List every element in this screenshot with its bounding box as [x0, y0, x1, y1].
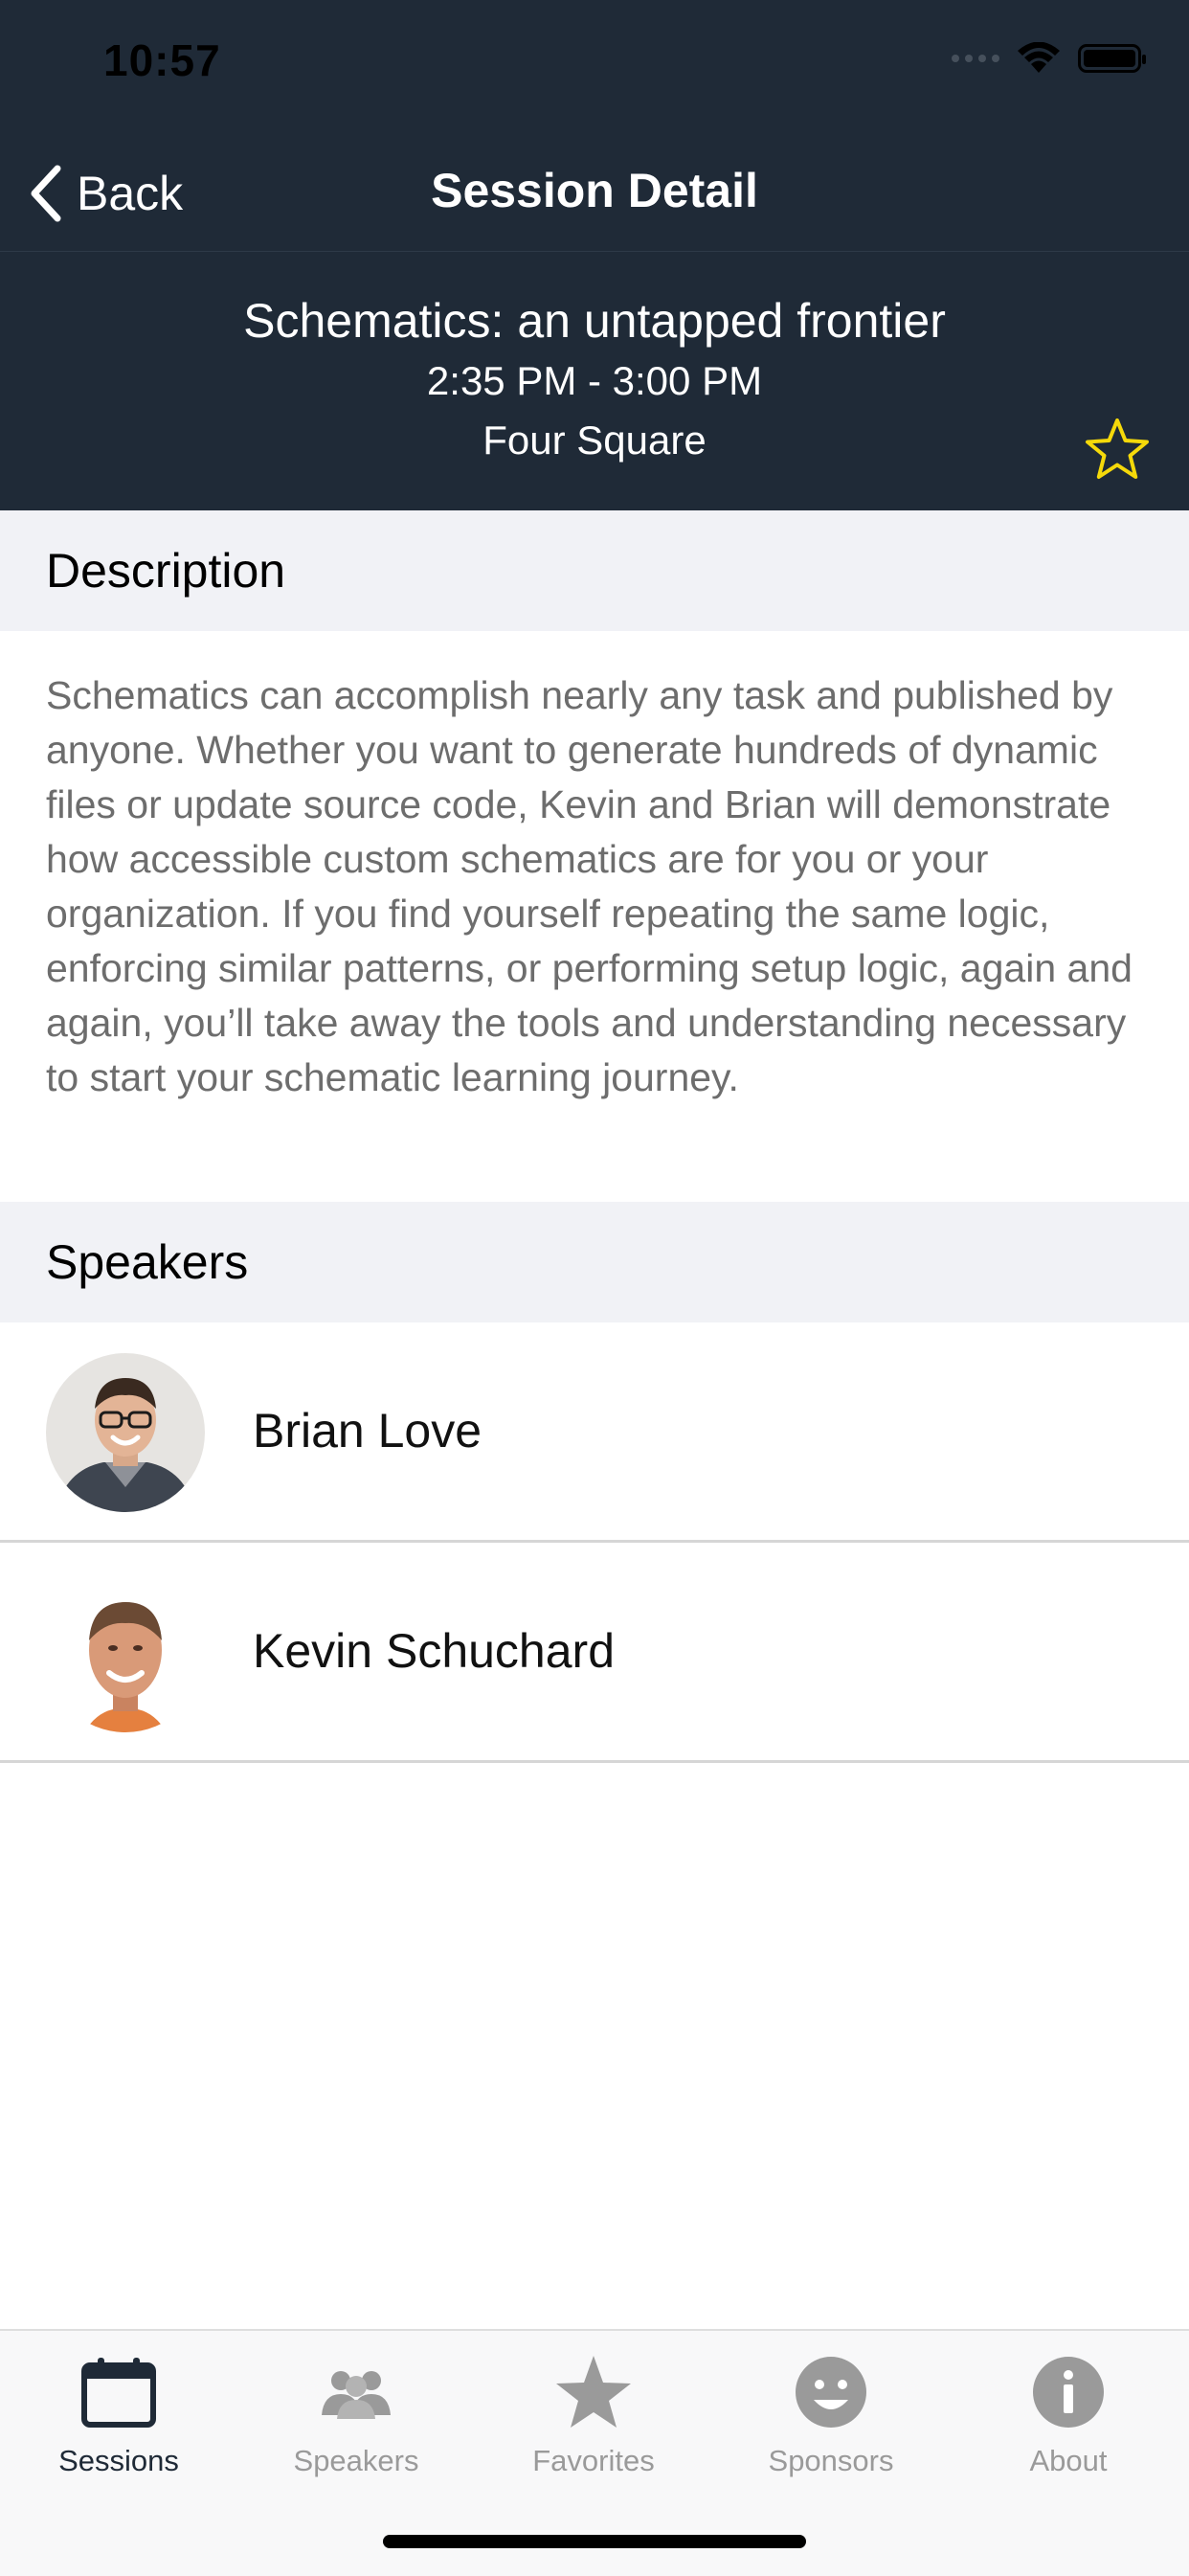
- status-time: 10:57: [103, 35, 221, 85]
- speakers-header-label: Speakers: [46, 1235, 249, 1289]
- people-icon: [322, 2371, 391, 2419]
- tab-sessions-label: Sessions: [58, 2444, 179, 2477]
- speakers-header: Speakers: [0, 1202, 1189, 1322]
- description-text: Schematics can accomplish nearly any tas…: [46, 673, 1133, 1099]
- tab-about-label: About: [1029, 2444, 1108, 2477]
- calendar-icon: [81, 2358, 156, 2428]
- session-header: 10:57 Back Session Detail Schematics: an…: [0, 0, 1189, 510]
- tab-about[interactable]: About: [950, 2352, 1187, 2478]
- star-icon: [556, 2356, 631, 2428]
- page-title: Session Detail: [431, 164, 758, 217]
- speaker-name: Kevin Schuchard: [253, 1624, 616, 1678]
- battery-icon: [1078, 44, 1146, 73]
- smiley-icon: [796, 2357, 866, 2428]
- avatar: [46, 1353, 205, 1512]
- description-header-label: Description: [46, 544, 286, 598]
- tab-sponsors-label: Sponsors: [768, 2444, 894, 2477]
- tab-speakers-label: Speakers: [293, 2444, 419, 2477]
- speaker-row[interactable]: Kevin Schuchard: [0, 1543, 1189, 1763]
- info-icon: [1033, 2357, 1104, 2428]
- status-icons: [952, 42, 1146, 75]
- tab-favorites-label: Favorites: [532, 2444, 655, 2477]
- tab-speakers[interactable]: Speakers: [237, 2352, 475, 2478]
- speaker-name: Brian Love: [253, 1404, 482, 1457]
- description-header: Description: [0, 510, 1189, 631]
- signal-icon: [952, 55, 999, 62]
- speaker-row[interactable]: Brian Love: [0, 1322, 1189, 1543]
- session-room: Four Square: [482, 418, 707, 463]
- navigation-bar: Back Session Detail: [0, 144, 1189, 252]
- tab-sponsors[interactable]: Sponsors: [712, 2352, 950, 2478]
- avatar: [46, 1573, 205, 1732]
- tab-favorites[interactable]: Favorites: [475, 2352, 712, 2478]
- session-title: Schematics: an untapped frontier: [243, 294, 946, 348]
- session-time: 2:35 PM - 3:00 PM: [426, 358, 763, 403]
- home-indicator[interactable]: [383, 2535, 806, 2548]
- favorite-star-icon[interactable]: [1084, 416, 1151, 483]
- tab-sessions[interactable]: Sessions: [0, 2352, 237, 2478]
- wifi-icon: [1018, 42, 1060, 73]
